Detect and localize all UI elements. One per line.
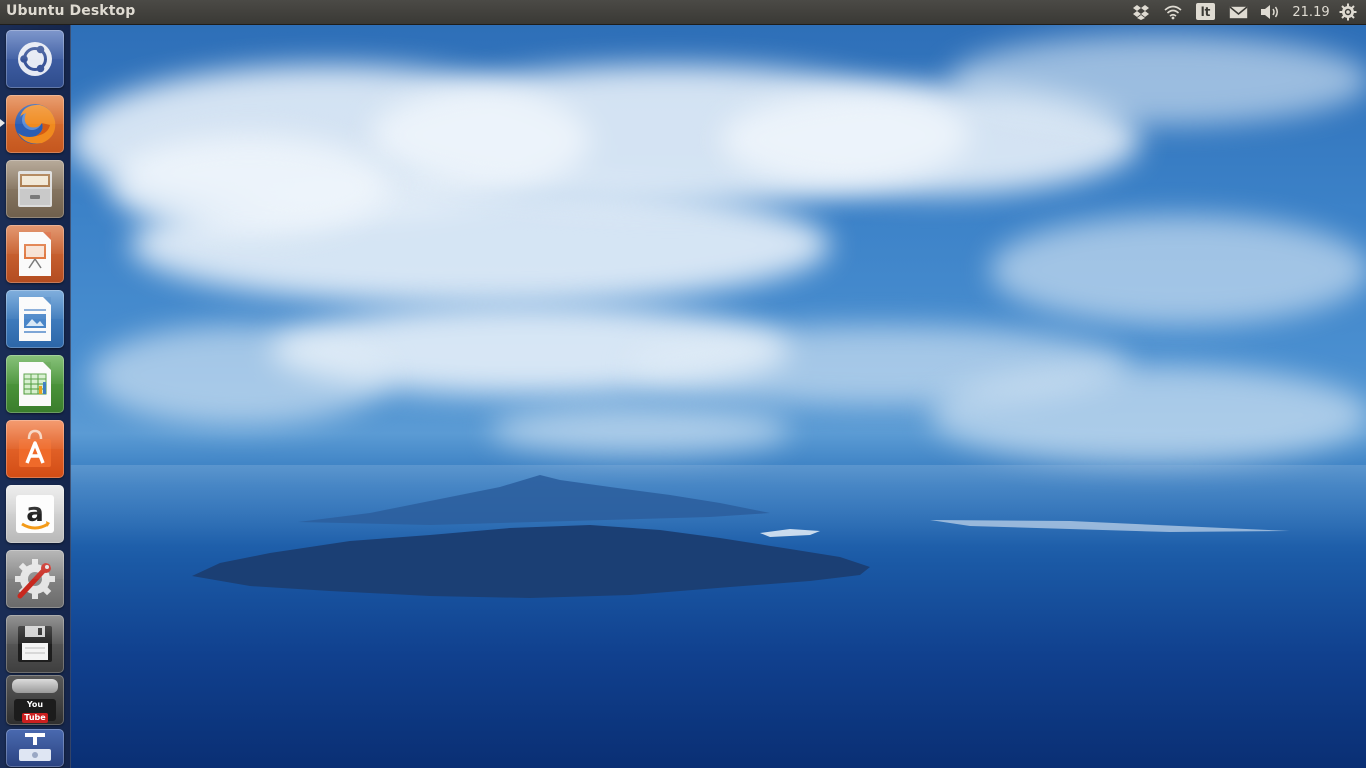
ubuntu-logo-icon (18, 42, 52, 76)
writer-launcher-button[interactable] (6, 290, 64, 348)
youtube-icon: You Tube (14, 699, 56, 723)
youtube-label-you: You (26, 700, 44, 709)
gear-power-icon[interactable] (1338, 3, 1358, 21)
launcher: a You Tube (0, 25, 71, 768)
window-title: Ubuntu Desktop (6, 3, 136, 19)
firefox-icon (15, 104, 56, 144)
save-drive-launcher-button[interactable] (6, 615, 64, 673)
youtube-label-tube: Tube (22, 713, 48, 723)
settings-wrench-icon (15, 559, 55, 599)
document-icon (19, 297, 51, 341)
keyboard-layout-indicator[interactable]: lt (1196, 3, 1215, 20)
wifi-icon[interactable] (1162, 3, 1184, 21)
dash-home-button[interactable] (6, 30, 64, 88)
amazon-launcher-button[interactable]: a (6, 485, 64, 543)
files-launcher-button[interactable] (6, 160, 64, 218)
system-settings-launcher-button[interactable] (6, 550, 64, 608)
speaker-icon[interactable] (1259, 3, 1283, 21)
youtube-downloader-launcher-button[interactable]: You Tube (6, 675, 64, 725)
software-center-launcher-button[interactable] (6, 420, 64, 478)
drive-icon (19, 733, 51, 761)
desktop-wallpaper (70, 25, 1366, 768)
removable-drive-launcher-button[interactable] (6, 729, 64, 767)
envelope-icon[interactable] (1227, 3, 1249, 21)
spreadsheet-icon (19, 362, 51, 406)
firefox-launcher-button[interactable] (6, 95, 64, 153)
calc-launcher-button[interactable] (6, 355, 64, 413)
drive-lid (12, 679, 58, 693)
amazon-icon: a (16, 495, 54, 533)
running-indicator (0, 119, 5, 127)
presentation-icon (19, 232, 51, 276)
impress-launcher-button[interactable] (6, 225, 64, 283)
island-silhouette (192, 475, 1290, 598)
svg-text:a: a (26, 498, 44, 528)
top-panel: Ubuntu Desktop lt 21.19 (0, 0, 1366, 25)
shopping-bag-icon (19, 429, 51, 467)
clock[interactable]: 21.19 (1291, 3, 1331, 21)
floppy-disk-icon (18, 626, 52, 662)
dropbox-icon[interactable] (1131, 3, 1151, 21)
file-cabinet-icon (18, 171, 52, 207)
